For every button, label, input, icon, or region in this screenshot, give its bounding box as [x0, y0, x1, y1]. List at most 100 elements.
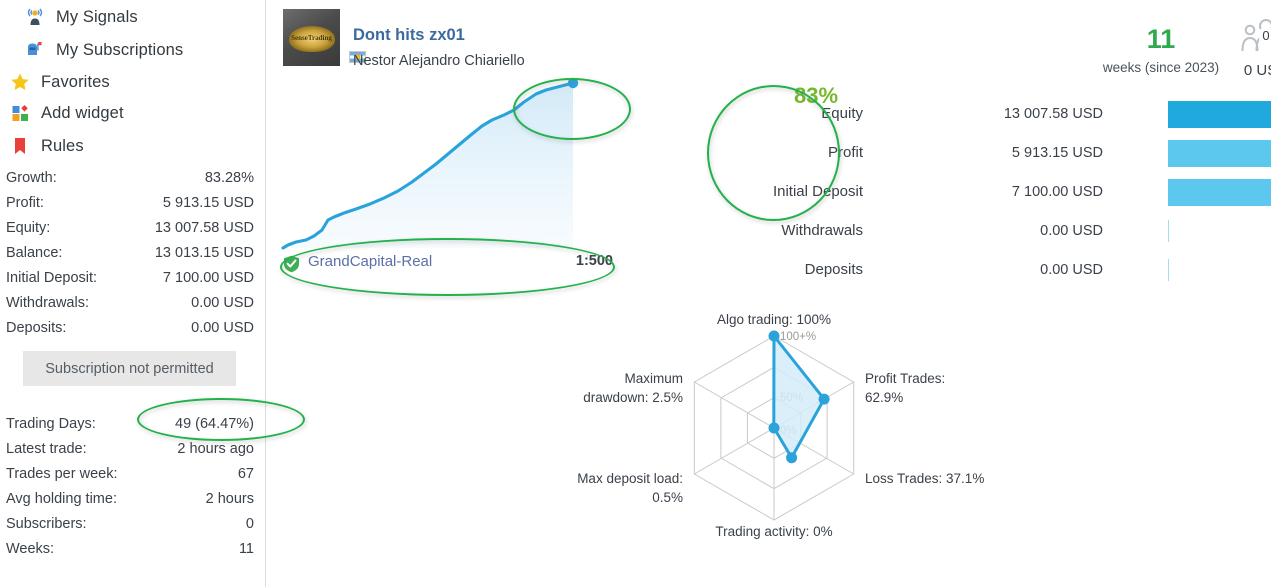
finance-row-initial-deposit: Initial Deposit 7 100.00 USD	[596, 179, 1271, 217]
stat-key: Deposits:	[6, 319, 67, 336]
growth-curve-chart	[266, 70, 596, 255]
main-pane: SenseTrading Dont hits zx01 Nestor Aleja…	[266, 0, 1271, 587]
stat-key: Subscribers:	[6, 515, 87, 532]
stat-key: Withdrawals:	[6, 294, 89, 311]
radar-label-profit-trades-l2: 62.9%	[865, 390, 903, 405]
weeks-caption: weeks (since 2023)	[1102, 60, 1220, 75]
avatar-emblem-label: SenseTrading	[291, 33, 332, 42]
stat-row-profit: Profit: 5 913.15 USD	[6, 190, 254, 215]
stat-row-deposits: Deposits: 0.00 USD	[6, 315, 254, 340]
mailbox-icon	[22, 37, 48, 63]
stat-row-avg-holding-time: Avg holding time: 2 hours	[6, 486, 254, 511]
finance-value: 0.00 USD	[1040, 223, 1103, 239]
stat-value: 0	[245, 515, 254, 532]
stat-value: 49 (64.47%)	[175, 415, 254, 432]
subscribers-people-icon: 0	[1237, 18, 1271, 58]
finance-value: 5 913.15 USD	[1011, 145, 1103, 161]
radar-label-maximum-drawdown-l1: Maximum	[624, 371, 683, 386]
verified-shield-icon	[283, 255, 300, 273]
stat-row-trading-days: Trading Days: 49 (64.47%)	[6, 411, 254, 436]
radar-data-polygon	[772, 334, 826, 460]
broker-name-link[interactable]: GrandCapital-Real	[308, 253, 432, 270]
stat-value: 2 hours ago	[177, 440, 254, 457]
finance-row-deposits: Deposits 0.00 USD	[596, 259, 1271, 295]
signal-author: Nestor Alejandro Chiariello	[353, 53, 525, 69]
stat-value: 2 hours	[205, 490, 254, 507]
stat-key: Equity:	[6, 219, 51, 236]
stat-row-balance: Balance: 13 013.15 USD	[6, 240, 254, 265]
finance-bar-zero-tick	[1168, 220, 1169, 242]
widget-grid-icon	[7, 100, 33, 126]
finance-value: 13 007.58 USD	[1003, 106, 1103, 122]
stat-value: 0.00 USD	[191, 294, 254, 311]
finance-row-profit: Profit 5 913.15 USD	[596, 140, 1271, 178]
sidebar-item-label: Add widget	[41, 103, 124, 122]
stat-row-initial-deposit: Initial Deposit: 7 100.00 USD	[6, 265, 254, 290]
finance-label: Withdrawals	[781, 222, 863, 239]
radar-label-maximum-drawdown-l2: drawdown: 2.5%	[583, 390, 683, 405]
radar-label-loss-trades: Loss Trades: 37.1%	[865, 471, 984, 486]
stat-key: Weeks:	[6, 540, 55, 557]
finance-row-withdrawals: Withdrawals 0.00 USD	[596, 220, 1271, 256]
stat-key: Avg holding time:	[6, 490, 117, 507]
stat-value: 5 913.15 USD	[162, 194, 254, 211]
sidebar-item-label: Favorites	[41, 72, 110, 91]
stat-row-subscribers: Subscribers: 0	[6, 511, 254, 536]
radar-chart: 100+% 50% 0% Algo trading: 100% Profit T…	[571, 310, 991, 560]
bookmark-icon	[7, 133, 33, 159]
finance-value: 0.00 USD	[1040, 262, 1103, 278]
finance-label: Initial Deposit	[772, 183, 863, 200]
sidebar: My Signals My Subscriptions Favorites Ad…	[0, 0, 266, 587]
sidebar-item-my-subscriptions[interactable]: My Subscriptions	[0, 33, 266, 67]
stat-value: 0.00 USD	[191, 319, 254, 336]
radar-label-max-deposit-load-l2: 0.5%	[652, 490, 683, 505]
stat-row-withdrawals: Withdrawals: 0.00 USD	[6, 290, 254, 315]
stat-key: Growth:	[6, 169, 57, 186]
stat-value: 11	[238, 540, 254, 557]
avatar[interactable]: SenseTrading	[283, 9, 340, 66]
radar-label-max-deposit-load-l1: Max deposit load:	[577, 471, 683, 486]
signal-title[interactable]: Dont hits zx01	[353, 26, 465, 45]
stat-key: Balance:	[6, 244, 63, 261]
stat-key: Profit:	[6, 194, 44, 211]
finance-bar-zero-tick	[1168, 259, 1169, 281]
finance-value: 7 100.00 USD	[1011, 184, 1103, 200]
growth-endpoint-marker	[567, 77, 579, 89]
app-root: My Signals My Subscriptions Favorites Ad…	[0, 0, 1271, 587]
sidebar-item-label: Rules	[41, 136, 84, 155]
sidebar-item-label: My Subscriptions	[56, 40, 184, 59]
broker-row: GrandCapital-Real 1:500	[283, 253, 613, 277]
star-icon	[7, 69, 33, 95]
stat-row-latest-trade: Latest trade: 2 hours ago	[6, 436, 254, 461]
stat-value: 83.28%	[204, 169, 254, 186]
stat-key: Initial Deposit:	[6, 269, 98, 286]
finance-bar	[1168, 179, 1271, 206]
sidebar-item-my-signals[interactable]: My Signals	[0, 0, 266, 34]
stat-value: 7 100.00 USD	[162, 269, 254, 286]
stat-value: 13 013.15 USD	[154, 244, 254, 261]
stat-key: Trading Days:	[6, 415, 96, 432]
radar-ring-label-100: 100+%	[780, 331, 816, 343]
stat-key: Trades per week:	[6, 465, 118, 482]
stat-value: 13 007.58 USD	[154, 219, 254, 236]
stat-value: 67	[237, 465, 254, 482]
finance-label: Profit	[827, 144, 863, 161]
finance-bar	[1168, 140, 1271, 167]
sidebar-item-add-widget[interactable]: Add widget	[0, 96, 266, 130]
stat-row-weeks: Weeks: 11	[6, 536, 254, 561]
radar-label-trading-activity: Trading activity: 0%	[715, 524, 832, 539]
subscribe-button[interactable]: Subscription not permitted	[23, 351, 236, 386]
finance-label: Equity	[821, 105, 863, 122]
sidebar-item-label: My Signals	[56, 7, 138, 26]
sidebar-item-favorites[interactable]: Favorites	[0, 65, 266, 99]
finance-label: Deposits	[804, 261, 863, 278]
finance-bar	[1168, 101, 1271, 128]
sidebar-item-rules[interactable]: Rules	[0, 129, 266, 163]
stat-key: Latest trade:	[6, 440, 87, 457]
stat-row-trades-per-week: Trades per week: 67	[6, 461, 254, 486]
finance-row-equity: Equity 13 007.58 USD	[596, 101, 1271, 139]
weeks-count: 11	[1146, 24, 1176, 54]
subscribers-amount: 0 USD	[1243, 62, 1271, 79]
signal-antenna-icon	[22, 4, 48, 30]
stat-row-growth: Growth: 83.28%	[6, 165, 254, 190]
